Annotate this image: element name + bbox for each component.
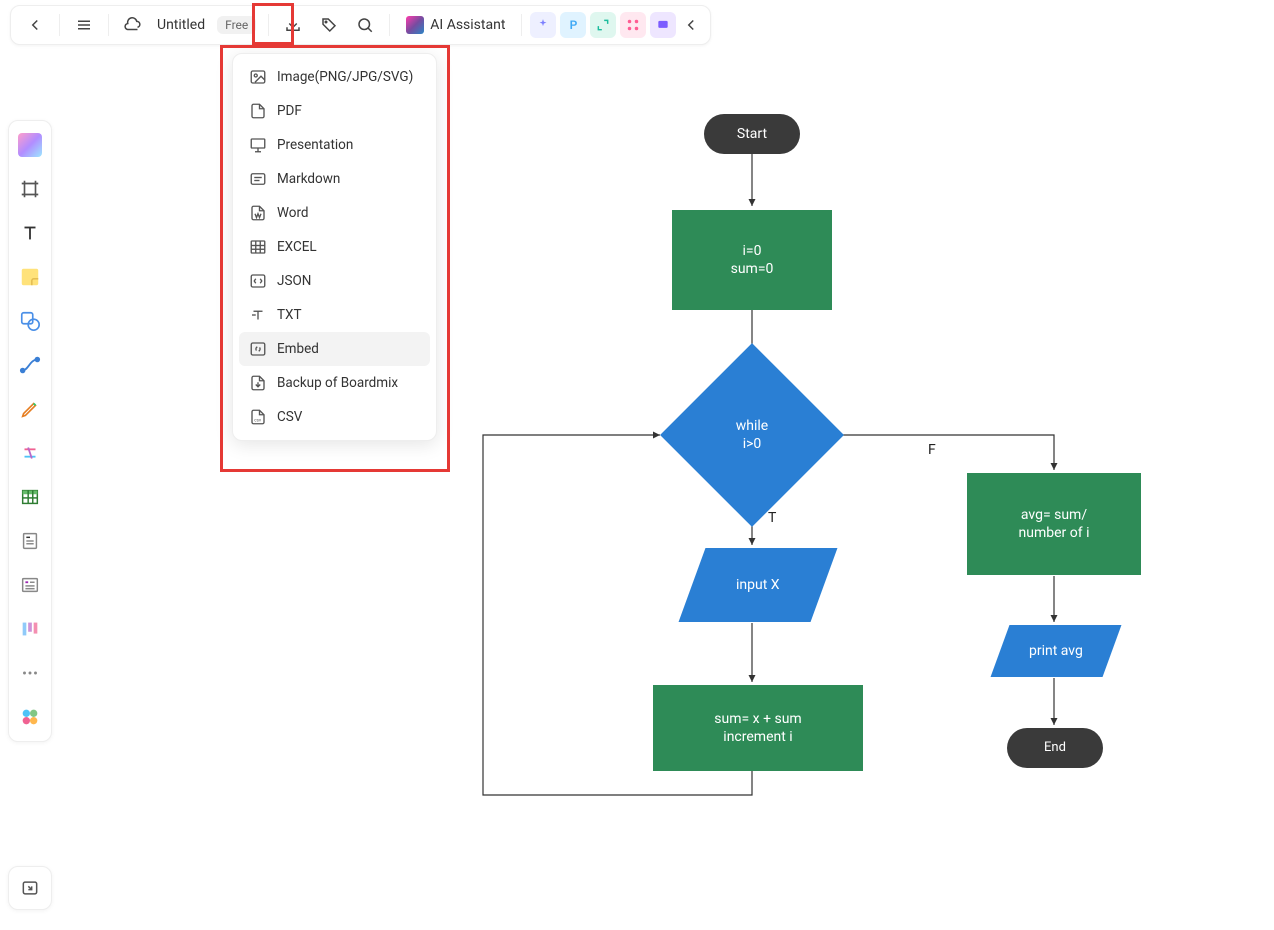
- export-menu-label: CSV: [277, 409, 302, 425]
- ai-assistant-label: AI Assistant: [430, 17, 505, 33]
- flow-node-init[interactable]: i=0 sum=0: [672, 210, 832, 310]
- tool-frame[interactable]: [16, 175, 44, 203]
- export-menu-item-backup[interactable]: Backup of Boardmix: [239, 366, 430, 400]
- flow-node-end[interactable]: End: [1007, 728, 1103, 768]
- flow-node-start-label: Start: [737, 125, 767, 143]
- export-menu-item-word[interactable]: Word: [239, 196, 430, 230]
- bottom-panel-toggle[interactable]: [8, 866, 52, 910]
- flow-node-avg-label: avg= sum/ number of i: [1019, 506, 1090, 542]
- canvas[interactable]: Start i=0 sum=0 while i>0 T F input X su…: [0, 0, 1274, 930]
- tool-sticky[interactable]: [16, 263, 44, 291]
- tool-table[interactable]: [16, 483, 44, 511]
- export-menu-label: Backup of Boardmix: [277, 375, 398, 391]
- flow-edges: [0, 0, 1274, 930]
- export-menu-item-presentation[interactable]: Presentation: [239, 128, 430, 162]
- export-menu-item-markdown[interactable]: Markdown: [239, 162, 430, 196]
- tool-logo[interactable]: [16, 131, 44, 159]
- tool-image-ai[interactable]: [530, 12, 556, 38]
- flow-node-condition-label: while i>0: [736, 417, 768, 453]
- csv-icon: csv: [249, 408, 267, 426]
- flow-node-sum[interactable]: sum= x + sum increment i: [653, 685, 863, 771]
- tool-connector[interactable]: [16, 351, 44, 379]
- flow-node-input-label: input X: [736, 577, 780, 593]
- table-icon: [249, 238, 267, 256]
- export-menu-label: Image(PNG/JPG/SVG): [277, 69, 413, 85]
- file-icon: [249, 102, 267, 120]
- flow-node-init-label: i=0 sum=0: [731, 242, 774, 278]
- export-menu-label: Embed: [277, 341, 319, 357]
- export-menu-label: Presentation: [277, 137, 353, 153]
- tool-mindmap[interactable]: [16, 439, 44, 467]
- flow-node-print-label: print avg: [1029, 643, 1083, 659]
- tool-share[interactable]: [590, 12, 616, 38]
- export-menu-label: Markdown: [277, 171, 340, 187]
- flow-node-start[interactable]: Start: [704, 114, 800, 154]
- export-menu-item-excel[interactable]: EXCEL: [239, 230, 430, 264]
- markdown-icon: [249, 170, 267, 188]
- tool-p[interactable]: P: [560, 12, 586, 38]
- export-menu-label: PDF: [277, 103, 302, 119]
- flow-node-sum-label: sum= x + sum increment i: [714, 710, 801, 746]
- export-menu-item-txt[interactable]: TXT: [239, 298, 430, 332]
- ai-assistant-button[interactable]: AI Assistant: [398, 16, 513, 34]
- backup-icon: [249, 374, 267, 392]
- export-menu-item-csv[interactable]: csv CSV: [239, 400, 430, 434]
- collapse-right-button[interactable]: [680, 9, 702, 41]
- tool-more[interactable]: [16, 659, 44, 687]
- side-toolbar: [8, 120, 52, 742]
- export-menu-label: JSON: [277, 273, 311, 289]
- cloud-icon[interactable]: [117, 9, 149, 41]
- menu-button[interactable]: [68, 9, 100, 41]
- export-menu: Image(PNG/JPG/SVG) PDF Presentation Mark…: [232, 53, 437, 441]
- export-menu-item-pdf[interactable]: PDF: [239, 94, 430, 128]
- presentation-icon: [249, 136, 267, 154]
- word-icon: [249, 204, 267, 222]
- document-title[interactable]: Untitled: [153, 17, 209, 33]
- flow-node-input[interactable]: input X: [679, 548, 838, 622]
- tool-doc[interactable]: [16, 527, 44, 555]
- flow-node-print[interactable]: print avg: [991, 625, 1122, 677]
- code-icon: [249, 272, 267, 290]
- tool-nodes[interactable]: [620, 12, 646, 38]
- export-menu-item-image[interactable]: Image(PNG/JPG/SVG): [239, 60, 430, 94]
- tool-list[interactable]: [16, 571, 44, 599]
- embed-icon: [249, 340, 267, 358]
- topbar: Untitled Free AI Assistant P: [10, 5, 711, 45]
- flow-node-end-label: End: [1044, 740, 1066, 757]
- tool-pen[interactable]: [16, 395, 44, 423]
- export-menu-label: EXCEL: [277, 239, 317, 255]
- image-icon: [249, 68, 267, 86]
- ai-logo-icon: [406, 16, 424, 34]
- text-icon: [249, 306, 267, 324]
- flow-node-condition[interactable]: while i>0: [687, 370, 817, 500]
- plan-badge: Free: [217, 16, 256, 34]
- export-menu-item-json[interactable]: JSON: [239, 264, 430, 298]
- export-button[interactable]: [277, 9, 309, 41]
- flow-label-false: F: [928, 442, 936, 458]
- tool-kanban[interactable]: [16, 615, 44, 643]
- app-logo-icon: [18, 133, 42, 157]
- tool-apps[interactable]: [16, 703, 44, 731]
- export-menu-label: TXT: [277, 307, 302, 323]
- search-button[interactable]: [349, 9, 381, 41]
- tag-button[interactable]: [313, 9, 345, 41]
- tool-shapes[interactable]: [16, 307, 44, 335]
- flow-node-avg[interactable]: avg= sum/ number of i: [967, 473, 1141, 575]
- svg-text:csv: csv: [254, 419, 262, 424]
- back-button[interactable]: [19, 9, 51, 41]
- export-menu-item-embed[interactable]: Embed: [239, 332, 430, 366]
- flow-label-true: T: [768, 510, 776, 526]
- tool-chat[interactable]: [650, 12, 676, 38]
- tool-text[interactable]: [16, 219, 44, 247]
- export-menu-label: Word: [277, 205, 309, 221]
